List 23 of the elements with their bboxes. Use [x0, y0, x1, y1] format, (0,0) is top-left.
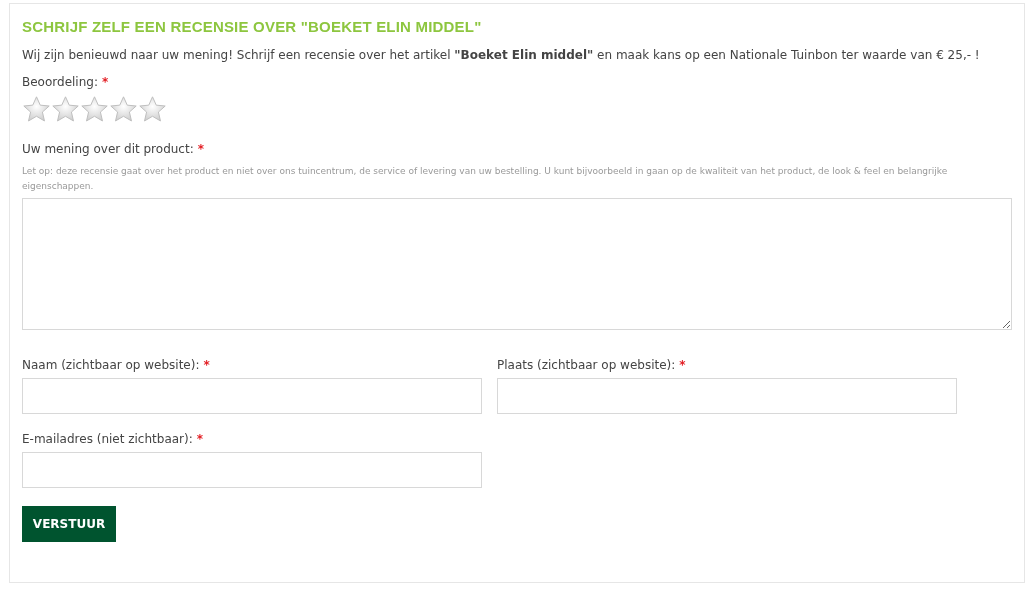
field-label: E-mailadres (niet zichtbaar): — [22, 432, 193, 446]
star-icon[interactable] — [51, 95, 80, 124]
required-mark: * — [101, 75, 109, 89]
star-icon[interactable] — [80, 95, 109, 124]
intro-text: Wij zijn benieuwd naar uw mening! Schrijf een recensie over het artikel "Boeket Elin middel" en maak kans op een Nationale Tuinbon ter waarde van € 25,- ! — [22, 48, 981, 62]
field-label: Plaats (zichtbaar op website): — [497, 358, 676, 372]
field-label: Naam (zichtbaar op website): — [22, 358, 200, 372]
input-field[interactable] — [22, 378, 482, 414]
submit-button[interactable]: VERSTUUR — [22, 506, 116, 542]
star-icon[interactable] — [22, 95, 51, 124]
star-icon[interactable] — [138, 95, 167, 124]
review-label: Uw mening over dit product: — [22, 142, 194, 156]
form-title: SCHRIJF ZELF EEN RECENSIE OVER "BOEKET ELIN MIDDEL" — [22, 18, 483, 35]
required-mark: * — [679, 358, 686, 372]
rating-label: Beoordeling: — [22, 75, 98, 89]
required-mark: * — [197, 142, 204, 156]
hint-text: Let op: deze recensie gaat over het product en niet over ons tuincentrum, de service of levering van uw bestelling. U kunt bijvoorbeeld in gaan op de kwaliteit van het product, de look & feel en belangrijke eigenschappen. — [22, 165, 949, 193]
required-mark: * — [203, 358, 210, 372]
review-textarea[interactable] — [22, 198, 1012, 330]
star-icon[interactable] — [109, 95, 138, 124]
input-field[interactable] — [497, 378, 957, 414]
required-mark: * — [196, 432, 204, 446]
input-field[interactable] — [22, 452, 482, 488]
